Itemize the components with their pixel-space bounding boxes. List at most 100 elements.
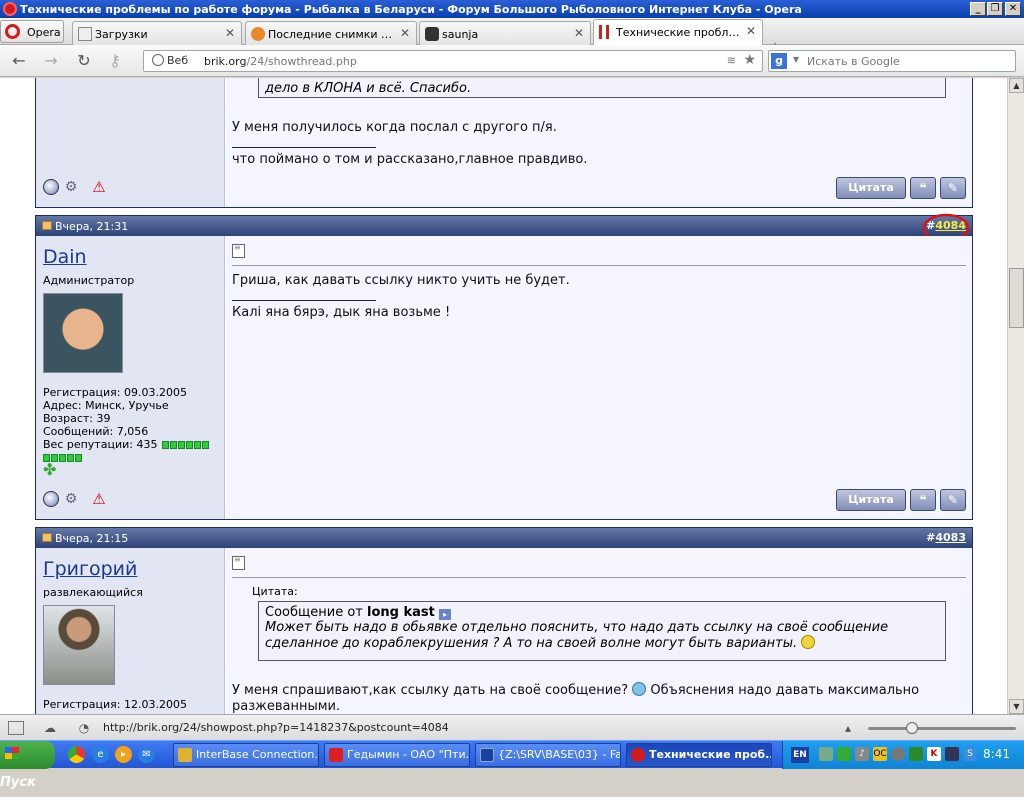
task-far[interactable]: {Z:\SRV\BASE\03} - Far [475, 743, 621, 767]
task-label: Гедымин - ОАО "Пти... [347, 748, 470, 761]
grid-tray-icon[interactable] [945, 747, 959, 761]
username-link[interactable]: Григорий [43, 558, 137, 580]
reputation-bar [161, 438, 209, 451]
report-warning-icon[interactable]: ⚠ [91, 179, 107, 195]
quote-box: Сообщение от long kast ▸ Может быть надо… [258, 601, 946, 661]
clover-tray-icon[interactable] [837, 747, 851, 761]
network-icon[interactable] [819, 747, 833, 761]
quote-button[interactable]: Цитата [836, 177, 906, 199]
post-header: Вчера, 21:15 #4083 [36, 528, 972, 548]
report-warning-icon[interactable]: ⚠ [91, 491, 107, 507]
zoom-slider-knob[interactable] [906, 722, 918, 734]
rss-icon[interactable]: ≋ [727, 54, 736, 67]
tab-saunja[interactable]: saunja ✕ [419, 21, 591, 45]
url-host: brik.org [204, 55, 247, 68]
tab-label: Технические проблемы... [616, 26, 740, 39]
quote-label: Цитата: [252, 585, 298, 598]
post-user-column: Григорий развлекающийся Регистрация: 12.… [36, 548, 225, 714]
ie-icon[interactable]: e [92, 746, 109, 763]
quote-button[interactable]: Цитата [836, 489, 906, 511]
post-user-column: Dain Администратор Регистрация: 09.03.20… [36, 236, 225, 519]
user-title: развлекающийся [43, 586, 143, 599]
edit-post-button[interactable]: ✎ [940, 177, 966, 199]
task-gedymin[interactable]: Гедымин - ОАО "Пти... [324, 743, 470, 767]
quote-text-2: сделанное до кораблекрушения ? А то на с… [265, 636, 798, 651]
tab-close-icon[interactable]: ✕ [574, 26, 584, 40]
post-document-icon: ≡ [232, 244, 245, 258]
quote-text-line-2: сделанное до кораблекрушения ? А то на с… [265, 635, 939, 651]
avatar[interactable] [43, 605, 115, 685]
bookmark-star-icon[interactable]: ★ [743, 52, 756, 68]
avatar[interactable] [43, 293, 123, 373]
user-cog-icon[interactable]: ⚙ [63, 179, 79, 195]
search-dropdown-icon[interactable]: ▼ [793, 55, 799, 64]
google-icon[interactable]: g [771, 53, 787, 69]
tab-label: saunja [442, 28, 479, 41]
search-field[interactable]: g ▼ Искать в Google [768, 50, 1016, 72]
scroll-thumb[interactable] [1009, 268, 1024, 328]
post-header: Вчера, 21:31 #4084 [36, 216, 972, 236]
tab-technical-problems[interactable]: Технические проблемы... ✕ [593, 19, 763, 45]
address-field[interactable]: Веб brik.org/24/showthread.php ≋ ★ [143, 50, 763, 72]
task-icon [480, 748, 494, 762]
chrome-icon[interactable] [68, 746, 85, 763]
tab-close-icon[interactable]: ✕ [746, 24, 756, 38]
signature-divider [232, 147, 376, 148]
tab-close-icon[interactable]: ✕ [400, 26, 410, 40]
window-titlebar[interactable]: Технические проблемы по работе форума - … [0, 0, 1024, 18]
multiquote-button[interactable]: ❝ [910, 177, 936, 199]
disk-tray-icon[interactable] [891, 747, 905, 761]
antivirus-tray-icon[interactable] [909, 747, 923, 761]
outlook-icon[interactable]: ✉ [138, 746, 155, 763]
view-post-arrow-icon[interactable]: ▸ [438, 609, 451, 620]
edit-post-button[interactable]: ✎ [940, 489, 966, 511]
user-registration: Регистрация: 09.03.2005 [43, 386, 187, 399]
username-link[interactable]: Dain [43, 246, 87, 268]
task-opera[interactable]: Технические проб... [626, 743, 772, 767]
online-status-icon [43, 491, 59, 507]
tab-label: Загрузки [95, 28, 148, 41]
window-title: Технические проблемы по работе форума - … [20, 3, 802, 16]
opera-menu-label: Opera [27, 26, 61, 39]
site-info-badge[interactable]: Веб [148, 54, 192, 67]
skype-tray-icon[interactable]: S [963, 747, 977, 761]
key-icon[interactable]: ⚷ [104, 51, 126, 71]
opera-o-icon [5, 24, 20, 39]
oc-tray-icon[interactable]: OC [873, 747, 887, 761]
cloud-icon[interactable]: ☁ [42, 721, 58, 735]
multiquote-button[interactable]: ❝ [910, 489, 936, 511]
media-player-icon[interactable]: ▸ [115, 746, 132, 763]
start-label: Пуск [0, 775, 36, 790]
maximize-button[interactable]: ❐ [987, 2, 1003, 16]
close-button[interactable]: ✕ [1005, 2, 1021, 16]
opera-menu-button[interactable]: Opera [0, 20, 64, 43]
user-reputation: Вес репутации: 435 [43, 438, 158, 451]
windows-flag-icon [5, 747, 19, 759]
windows-taskbar: Пуск e ▸ ✉ InterBase Connection... Гедым… [0, 740, 1024, 790]
user-address: Адрес: Минск, Уручье [43, 399, 169, 412]
user-cog-icon[interactable]: ⚙ [63, 491, 79, 507]
minimize-button[interactable]: _ [970, 2, 986, 16]
k-tray-icon[interactable]: K [927, 747, 941, 761]
tab-downloads[interactable]: Загрузки ✕ [72, 21, 242, 45]
task-interbase[interactable]: InterBase Connection... [173, 743, 319, 767]
volume-icon[interactable]: ♪ [855, 747, 869, 761]
zoom-slider[interactable] [868, 722, 1016, 734]
reload-icon[interactable]: ↻ [73, 51, 95, 71]
scroll-up-icon[interactable]: ▲ [1009, 78, 1024, 93]
tab-close-icon[interactable]: ✕ [225, 26, 235, 40]
tab-snapshots[interactable]: Последние снимки пого... ✕ [245, 21, 417, 45]
post-number-link[interactable]: 4083 [935, 531, 966, 544]
clock: 8:41 [983, 747, 1010, 761]
scroll-down-icon[interactable]: ▼ [1009, 699, 1024, 714]
panel-toggle-icon[interactable] [8, 721, 24, 735]
post-text-line-2: разжеванными. [232, 699, 341, 714]
speed-dial-icon[interactable]: ◔ [76, 721, 92, 735]
start-button[interactable]: Пуск [0, 741, 55, 790]
back-icon[interactable]: ← [8, 51, 30, 71]
forward-icon[interactable]: → [40, 51, 62, 71]
user-age: Возраст: 39 [43, 412, 111, 425]
language-indicator[interactable]: EN [791, 747, 809, 763]
zoom-up-icon[interactable]: ▴ [840, 721, 856, 735]
vertical-scrollbar[interactable]: ▲ ▼ [1007, 78, 1024, 714]
